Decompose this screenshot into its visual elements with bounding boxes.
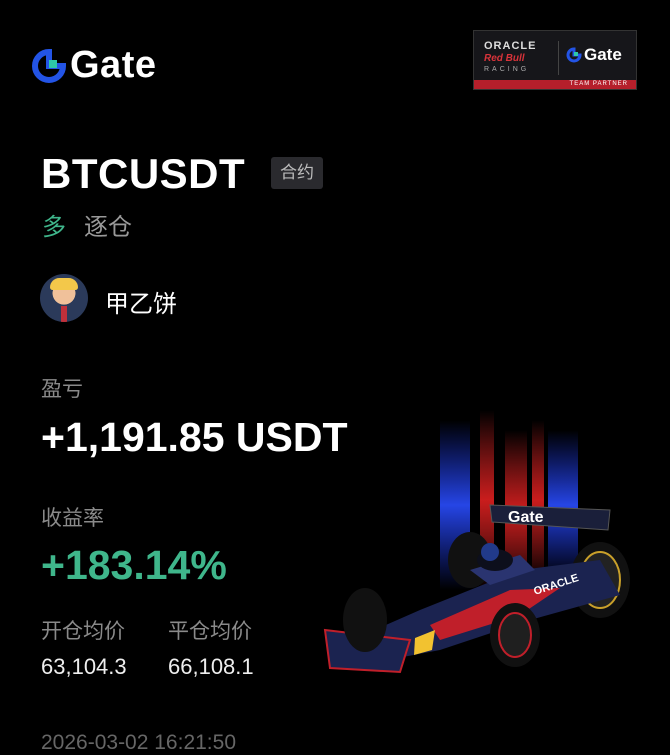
pnl-label: 盈亏 [41,377,83,401]
svg-text:Gate: Gate [508,509,544,526]
gate-logo-text: Gate [70,44,157,86]
gate-mini-icon [566,47,582,63]
partner-gate-logo: Gate [566,45,622,65]
position-side: 多 [42,213,66,241]
pnl-value: +1,191.85 USDT [41,414,348,460]
partner-gate-text: Gate [584,45,622,64]
timestamp: 2026-03-02 16:21:50 [41,731,236,754]
partner-badge: ORACLE Red Bull RACING Gate TEAM PARTNER [473,30,637,90]
partner-oracle-text: ORACLE [484,40,537,52]
username: 甲乙饼 [105,290,177,318]
avatar [40,274,88,322]
close-price-value: 66,108.1 [168,654,254,679]
gate-logo: Gate [32,44,156,87]
roi-label: 收益率 [41,506,104,530]
partner-tagline: TEAM PARTNER [569,81,628,87]
margin-mode: 逐仓 [84,213,132,241]
gate-logo-icon [32,48,66,83]
open-price-value: 63,104.3 [41,654,127,679]
partner-divider [558,41,559,75]
open-price-label: 开仓均价 [41,619,125,643]
contract-type-badge: 合约 [271,157,323,189]
close-price-label: 平仓均价 [168,619,252,643]
race-car-illustration: Gate ORACLE [323,410,630,674]
partner-redbull-text: Red Bull [484,53,525,64]
trading-pair: BTCUSDT [41,150,246,197]
avatar-hair [50,278,78,290]
partner-racing-text: RACING [484,66,530,73]
roi-value: +183.14% [41,542,227,588]
avatar-tie [61,306,67,322]
